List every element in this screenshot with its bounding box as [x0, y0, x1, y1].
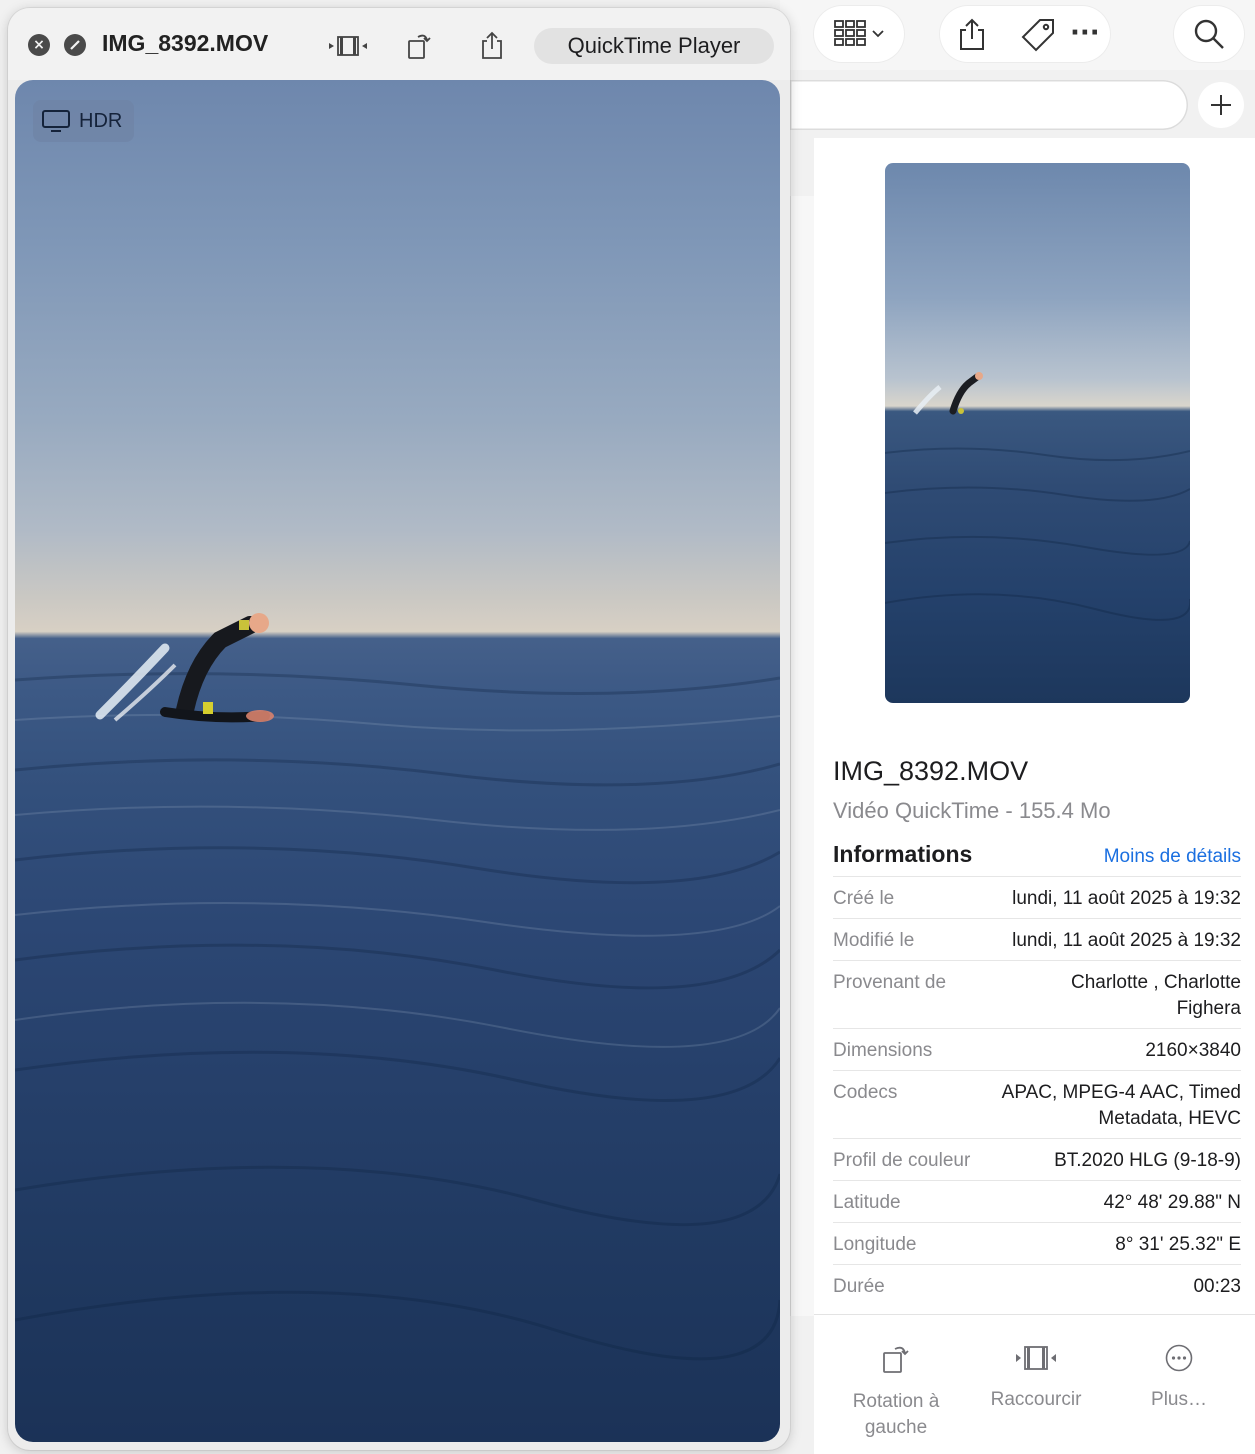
quick-look-titlebar: × IMG_8392.MOV QuickTime Player — [8, 8, 790, 80]
finder-search-field[interactable] — [790, 80, 1188, 130]
tag-icon — [1021, 19, 1054, 52]
info-panel: IMG_8392.MOV Vidéo QuickTime - 155.4 Mo … — [814, 138, 1255, 1454]
info-row-label: Créé le — [833, 888, 895, 909]
info-row-longitude: Longitude 8° 31' 25.32" E — [833, 1222, 1241, 1264]
info-row-value: Charlotte , Charlotte Fighera — [1070, 972, 1241, 1019]
plus-icon — [1211, 95, 1231, 115]
info-row-value: 8° 31' 25.32" E — [1115, 1234, 1241, 1255]
info-row-dimensions: Dimensions 2160×3840 — [833, 1028, 1241, 1070]
trim-icon — [329, 36, 367, 56]
trim-action[interactable]: Raccourcir — [966, 1343, 1106, 1413]
more-icon: ··· — [1070, 18, 1100, 48]
share-icon — [482, 31, 502, 59]
share-button[interactable] — [474, 28, 510, 64]
share-icon — [960, 18, 984, 50]
window-title: IMG_8392.MOV — [102, 30, 269, 56]
tag-button[interactable] — [1020, 17, 1056, 53]
info-row-value: lundi, 11 août 2025 à 19:32 — [1012, 888, 1241, 909]
search-icon — [1194, 19, 1224, 49]
info-row-label: Modifié le — [833, 930, 915, 951]
info-row-codecs: Codecs APAC, MPEG-4 AAC, Timed Metadata,… — [833, 1070, 1241, 1138]
file-type-size: Vidéo QuickTime - 155.4 Mo — [833, 798, 1111, 823]
info-section-title: Informations — [833, 841, 973, 867]
more-actions[interactable]: Plus… — [1109, 1343, 1249, 1413]
fullscreen-icon — [70, 40, 80, 50]
quick-actions-bar: Rotation à gauche Raccourcir Plus… — [814, 1314, 1255, 1454]
info-row-value: lundi, 11 août 2025 à 19:32 — [1012, 930, 1241, 951]
quick-look-window: × IMG_8392.MOV QuickTime Player HDR — [8, 8, 790, 1450]
info-row-label: Latitude — [833, 1192, 901, 1213]
info-row-value: 2160×3840 — [1145, 1040, 1241, 1061]
toggle-details-link[interactable]: Moins de détails — [1104, 846, 1241, 868]
close-icon: × — [33, 37, 45, 53]
info-row-created: Créé le lundi, 11 août 2025 à 19:32 — [833, 876, 1241, 918]
finder-toolbar: ··· — [780, 0, 1255, 70]
rotate-left-icon — [883, 1346, 909, 1373]
display-icon — [42, 110, 70, 132]
rotate-left-label: Rotation à gauche — [852, 1391, 940, 1438]
info-row-label: Longitude — [833, 1234, 917, 1255]
hdr-label: HDR — [79, 109, 123, 132]
search-button[interactable] — [1174, 6, 1244, 62]
share-button[interactable] — [956, 18, 988, 52]
file-name: IMG_8392.MOV — [833, 756, 1029, 786]
more-actions-label: Plus… — [1151, 1389, 1207, 1410]
info-row-color-profile: Profil de couleur BT.2020 HLG (9-18-9) — [833, 1138, 1241, 1180]
trim-label: Raccourcir — [990, 1389, 1082, 1410]
rotate-left-action[interactable]: Rotation à gauche — [826, 1343, 966, 1441]
info-row-label: Durée — [833, 1276, 885, 1297]
info-row-source: Provenant de Charlotte , Charlotte Fighe… — [833, 960, 1241, 1028]
info-row-duration: Durée 00:23 — [833, 1264, 1241, 1306]
info-row-value: 42° 48' 29.88" N — [1103, 1192, 1241, 1213]
close-button[interactable]: × — [28, 34, 50, 56]
info-rows: Créé le lundi, 11 août 2025 à 19:32 Modi… — [833, 876, 1241, 1306]
hdr-badge: HDR — [33, 100, 135, 142]
view-options-button[interactable] — [814, 6, 904, 62]
rotate-button[interactable] — [402, 28, 438, 64]
view-options-icon — [834, 20, 884, 46]
trim-icon — [1016, 1346, 1056, 1370]
video-frame-image — [15, 613, 780, 1361]
rotate-left-icon — [408, 34, 431, 59]
info-row-value: APAC, MPEG-4 AAC, Timed Metadata, HEVC — [1001, 1082, 1241, 1129]
info-row-label: Codecs — [833, 1082, 898, 1103]
more-button[interactable]: ··· — [1070, 18, 1100, 48]
info-row-label: Provenant de — [833, 972, 947, 993]
info-row-label: Profil de couleur — [833, 1150, 971, 1171]
info-row-value: 00:23 — [1193, 1276, 1241, 1297]
info-row-latitude: Latitude 42° 48' 29.88" N — [833, 1180, 1241, 1222]
trim-button[interactable] — [326, 28, 370, 64]
add-button[interactable] — [1198, 82, 1244, 128]
info-section-header: Informations Moins de détails — [833, 841, 1241, 868]
info-row-label: Dimensions — [833, 1040, 933, 1061]
info-row-value: BT.2020 HLG (9-18-9) — [1054, 1150, 1241, 1171]
info-row-modified: Modifié le lundi, 11 août 2025 à 19:32 — [833, 918, 1241, 960]
video-thumbnail — [885, 163, 1190, 703]
video-player[interactable]: HDR — [15, 80, 780, 1442]
more-circle-icon — [1165, 1344, 1193, 1372]
fullscreen-button[interactable] — [64, 34, 86, 56]
finder-actions-group: ··· — [940, 6, 1110, 62]
finder-content-edge — [790, 196, 814, 1316]
open-with-button[interactable]: QuickTime Player — [534, 28, 774, 64]
